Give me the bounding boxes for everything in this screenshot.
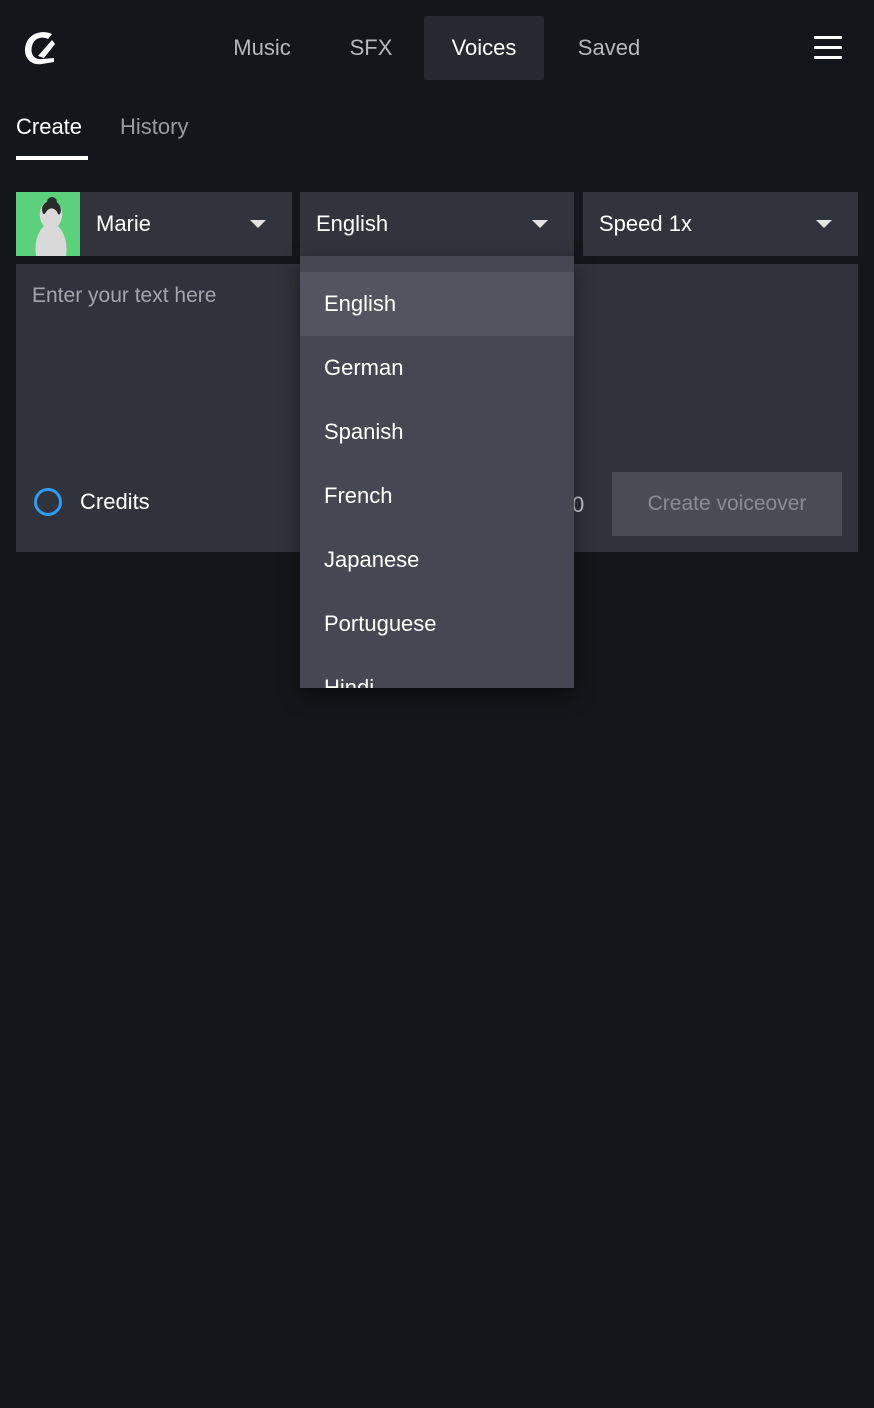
create-voiceover-button[interactable]: Create voiceover — [612, 472, 842, 536]
language-option-english[interactable]: English — [300, 272, 574, 336]
voice-select[interactable]: Marie — [16, 192, 292, 256]
credits-ring-icon — [34, 488, 62, 516]
language-select[interactable]: English — [300, 192, 574, 256]
tab-history[interactable]: History — [120, 108, 188, 160]
credits-indicator: Credits — [34, 488, 150, 516]
top-bar: Music SFX Voices Saved — [0, 0, 874, 96]
app-logo-icon[interactable] — [22, 28, 56, 68]
language-option-japanese[interactable]: Japanese — [300, 528, 574, 592]
language-option-hindi[interactable]: Hindi — [300, 656, 574, 688]
nav-tab-music[interactable]: Music — [206, 16, 318, 80]
sub-tabs: Create History — [16, 108, 188, 160]
credits-label: Credits — [80, 489, 150, 514]
speed-label: Speed 1x — [599, 211, 692, 236]
voice-avatar — [16, 192, 80, 256]
nav-tab-voices[interactable]: Voices — [424, 16, 544, 80]
chevron-down-icon — [532, 220, 548, 228]
tab-create[interactable]: Create — [16, 108, 88, 160]
hamburger-menu-icon[interactable] — [810, 32, 846, 64]
language-option-french[interactable]: French — [300, 464, 574, 528]
chevron-down-icon — [250, 220, 266, 228]
language-option-portuguese[interactable]: Portuguese — [300, 592, 574, 656]
language-selected-label: English — [316, 211, 389, 236]
chevron-down-icon — [816, 220, 832, 228]
nav-tab-saved[interactable]: Saved — [544, 16, 674, 80]
speed-select[interactable]: Speed 1x — [583, 192, 858, 256]
nav-tab-sfx[interactable]: SFX — [318, 16, 424, 80]
voice-controls: Marie English Speed 1x — [16, 192, 858, 256]
main-nav: Music SFX Voices Saved — [206, 16, 674, 80]
language-option-german[interactable]: German — [300, 336, 574, 400]
language-option-spanish[interactable]: Spanish — [300, 400, 574, 464]
voice-name: Marie — [96, 211, 152, 236]
language-dropdown-menu: English German Spanish French Japanese P… — [300, 256, 574, 688]
